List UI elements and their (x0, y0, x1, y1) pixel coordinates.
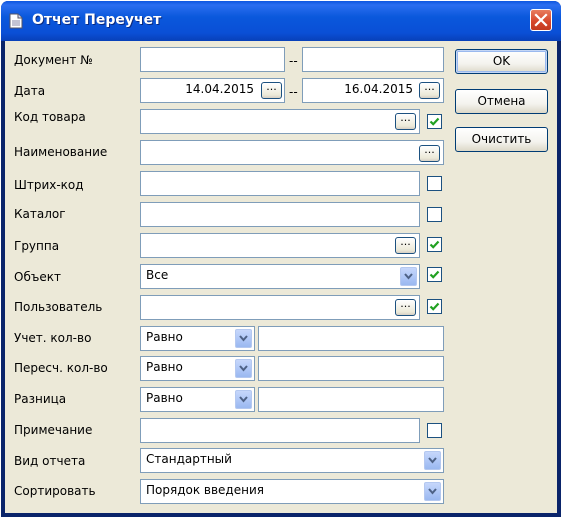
label-object: Объект (14, 270, 61, 284)
checkmark-icon (429, 270, 440, 279)
note-checkbox[interactable] (427, 423, 442, 438)
label-user: Пользователь (14, 300, 103, 314)
chevron-down-icon[interactable] (235, 390, 252, 409)
label-catalog: Каталог (14, 207, 66, 221)
close-icon (534, 13, 548, 27)
label-name: Наименование (14, 145, 108, 159)
dialog-body: Документ № -- Дата 14.04.2015 ... -- 16.… (5, 41, 557, 513)
close-button[interactable] (530, 9, 552, 31)
object-checkbox[interactable] (427, 267, 442, 282)
label-recount-qty: Пересч. кол-во (14, 361, 108, 375)
range-separator: -- (289, 85, 298, 99)
document-from-input[interactable] (140, 47, 285, 72)
product-code-browse-button[interactable]: ... (395, 112, 416, 130)
difference-operator-value: Равно (146, 391, 183, 405)
group-checkbox[interactable] (427, 237, 442, 252)
chevron-down-icon[interactable] (235, 329, 252, 348)
group-browse-button[interactable]: ... (395, 236, 416, 254)
label-report-type: Вид отчета (14, 454, 86, 468)
chevron-down-icon[interactable] (400, 267, 417, 286)
range-separator: -- (289, 54, 298, 68)
sort-value: Порядок введения (146, 483, 264, 497)
report-type-value: Стандартный (146, 452, 232, 466)
acc-qty-operator-value: Равно (146, 330, 183, 344)
user-checkbox[interactable] (427, 299, 442, 314)
recount-qty-operator-select[interactable]: Равно (140, 356, 255, 381)
chevron-down-icon[interactable] (235, 359, 252, 378)
difference-value-input[interactable] (258, 387, 444, 412)
label-note: Примечание (14, 423, 93, 437)
recount-qty-operator-value: Равно (146, 360, 183, 374)
user-input[interactable] (140, 295, 420, 320)
document-to-input[interactable] (302, 47, 444, 72)
catalog-input[interactable] (140, 202, 420, 227)
group-input[interactable] (140, 233, 420, 258)
date-from-picker-button[interactable]: ... (261, 81, 282, 99)
object-select-value: Все (146, 268, 169, 282)
acc-qty-value-input[interactable] (258, 326, 444, 351)
report-type-select[interactable]: Стандартный (140, 448, 444, 473)
name-input[interactable] (140, 140, 444, 165)
label-barcode: Штрих-код (14, 178, 84, 192)
user-browse-button[interactable]: ... (395, 298, 416, 316)
clear-button[interactable]: Очистить (455, 127, 548, 152)
label-document: Документ № (14, 53, 93, 67)
sort-select[interactable]: Порядок введения (140, 479, 444, 504)
acc-qty-operator-select[interactable]: Равно (140, 326, 255, 351)
checkmark-icon (429, 302, 440, 311)
product-code-checkbox[interactable] (427, 114, 442, 129)
label-date: Дата (14, 84, 46, 98)
dialog-window: Отчет Переучет Документ № -- Дата 14.04.… (1, 1, 561, 517)
name-browse-button[interactable]: ... (419, 144, 440, 162)
window-title: Отчет Переучет (32, 12, 162, 28)
checkmark-icon (429, 240, 440, 249)
label-acc-qty: Учет. кол-во (14, 331, 92, 345)
product-code-input[interactable] (140, 109, 420, 134)
barcode-input[interactable] (140, 171, 420, 196)
label-sort: Сортировать (14, 484, 96, 498)
chevron-down-icon[interactable] (424, 482, 441, 501)
object-select[interactable]: Все (140, 264, 420, 289)
label-product-code: Код товара (14, 110, 86, 124)
document-icon (9, 13, 23, 29)
barcode-checkbox[interactable] (427, 176, 442, 191)
title-bar[interactable]: Отчет Переучет (1, 1, 561, 41)
checkmark-icon (429, 117, 440, 126)
date-to-picker-button[interactable]: ... (419, 81, 440, 99)
label-group: Группа (14, 239, 60, 253)
catalog-checkbox[interactable] (427, 207, 442, 222)
cancel-button[interactable]: Отмена (455, 89, 548, 114)
chevron-down-icon[interactable] (424, 451, 441, 470)
ok-button[interactable]: OK (455, 49, 548, 74)
recount-qty-value-input[interactable] (258, 356, 444, 381)
note-input[interactable] (140, 418, 420, 443)
label-difference: Разница (14, 392, 67, 406)
difference-operator-select[interactable]: Равно (140, 387, 255, 412)
